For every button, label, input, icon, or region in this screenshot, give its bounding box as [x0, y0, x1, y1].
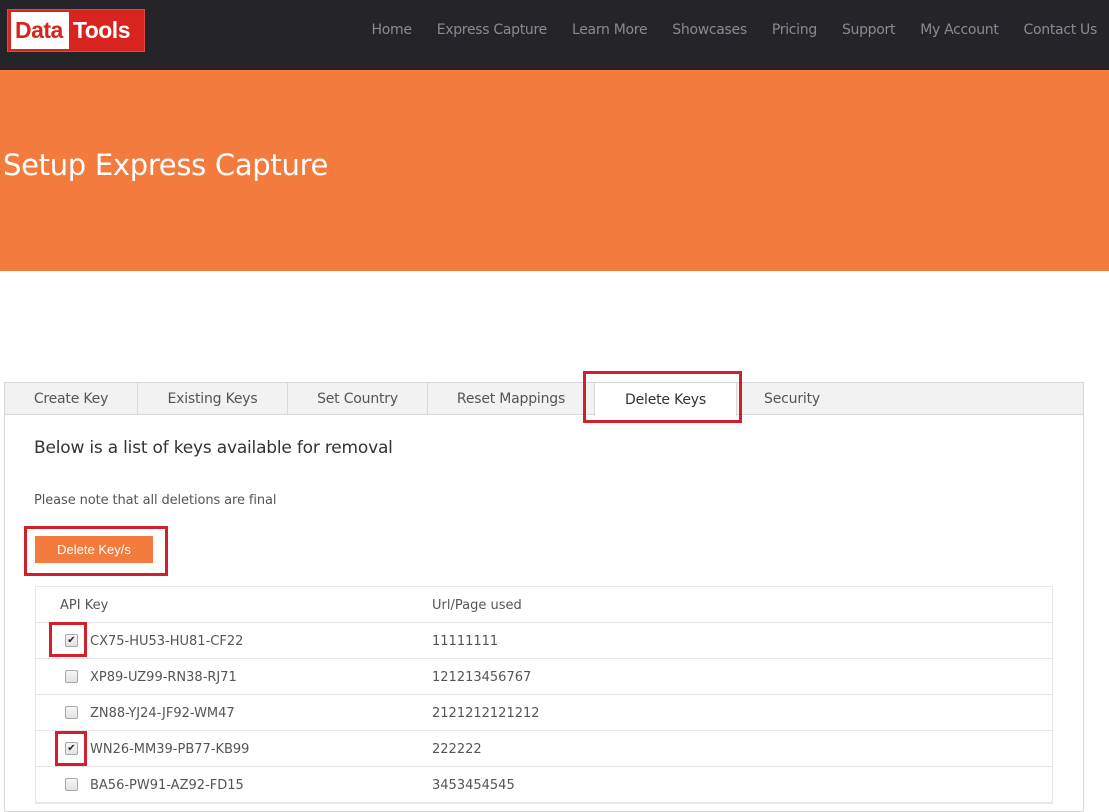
- table-row: ✔ WN26-MM39-PB77-KB99 222222: [36, 731, 1052, 767]
- checkmark-icon: ✔: [67, 742, 76, 754]
- api-key-cell: CX75-HU53-HU81-CF22: [90, 633, 244, 649]
- api-key-cell: ZN88-YJ24-JF92-WM47: [90, 705, 235, 721]
- table-header-row: API Key Url/Page used: [36, 587, 1052, 623]
- api-key-cell: BA56-PW91-AZ92-FD15: [90, 777, 244, 793]
- tab-bar: Create Key Existing Keys Set Country Res…: [5, 383, 1083, 416]
- url-cell: 222222: [432, 741, 482, 757]
- api-key-cell: WN26-MM39-PB77-KB99: [90, 741, 250, 757]
- tab-create-key[interactable]: Create Key: [5, 383, 138, 415]
- url-cell: 11111111: [432, 633, 499, 649]
- nav-contact-us[interactable]: Contact Us: [1024, 22, 1098, 38]
- row-checkbox[interactable]: ✔: [65, 634, 78, 647]
- nav-my-account[interactable]: My Account: [920, 22, 999, 38]
- row-checkbox[interactable]: [65, 670, 78, 683]
- nav-express-capture[interactable]: Express Capture: [437, 22, 548, 38]
- header-api-key: API Key: [60, 597, 109, 613]
- row-checkbox[interactable]: ✔: [65, 742, 78, 755]
- url-cell: 121213456767: [432, 669, 532, 685]
- tab-reset-mappings[interactable]: Reset Mappings: [428, 383, 595, 415]
- url-cell: 2121212121212: [432, 705, 540, 721]
- datatools-logo[interactable]: Data Tools: [7, 9, 145, 52]
- table-row: BA56-PW91-AZ92-FD15 3453454545: [36, 767, 1052, 803]
- table-row: ZN88-YJ24-JF92-WM47 2121212121212: [36, 695, 1052, 731]
- checkmark-icon: ✔: [67, 634, 76, 646]
- delete-keys-button[interactable]: Delete Key/s: [35, 536, 153, 563]
- tab-security[interactable]: Security: [737, 383, 847, 415]
- tab-delete-keys[interactable]: Delete Keys: [594, 383, 737, 416]
- logo-data-text: Data: [11, 12, 69, 49]
- nav-showcases[interactable]: Showcases: [672, 22, 747, 38]
- top-navbar: Data Tools Home Express Capture Learn Mo…: [0, 0, 1109, 70]
- tab-existing-keys[interactable]: Existing Keys: [138, 383, 288, 415]
- nav-home[interactable]: Home: [372, 22, 412, 38]
- row-checkbox[interactable]: [65, 778, 78, 791]
- table-row: XP89-UZ99-RN38-RJ71 121213456767: [36, 659, 1052, 695]
- main-nav: Home Express Capture Learn More Showcase…: [347, 0, 1098, 60]
- deletion-note: Please note that all deletions are final: [34, 493, 277, 508]
- tab-set-country[interactable]: Set Country: [288, 383, 428, 415]
- header-url-page-used: Url/Page used: [432, 597, 522, 613]
- nav-support[interactable]: Support: [842, 22, 896, 38]
- logo-tools-text: Tools: [72, 17, 131, 43]
- api-key-cell: XP89-UZ99-RN38-RJ71: [90, 669, 237, 685]
- keys-table: API Key Url/Page used ✔ CX75-HU53-HU81-C…: [35, 586, 1053, 804]
- nav-pricing[interactable]: Pricing: [772, 22, 817, 38]
- table-row: ✔ CX75-HU53-HU81-CF22 11111111: [36, 623, 1052, 659]
- row-checkbox[interactable]: [65, 706, 78, 719]
- nav-learn-more[interactable]: Learn More: [572, 22, 648, 38]
- url-cell: 3453454545: [432, 777, 515, 793]
- page-title: Setup Express Capture: [3, 148, 329, 182]
- hero-banner: Setup Express Capture: [0, 70, 1109, 271]
- section-heading: Below is a list of keys available for re…: [34, 438, 393, 458]
